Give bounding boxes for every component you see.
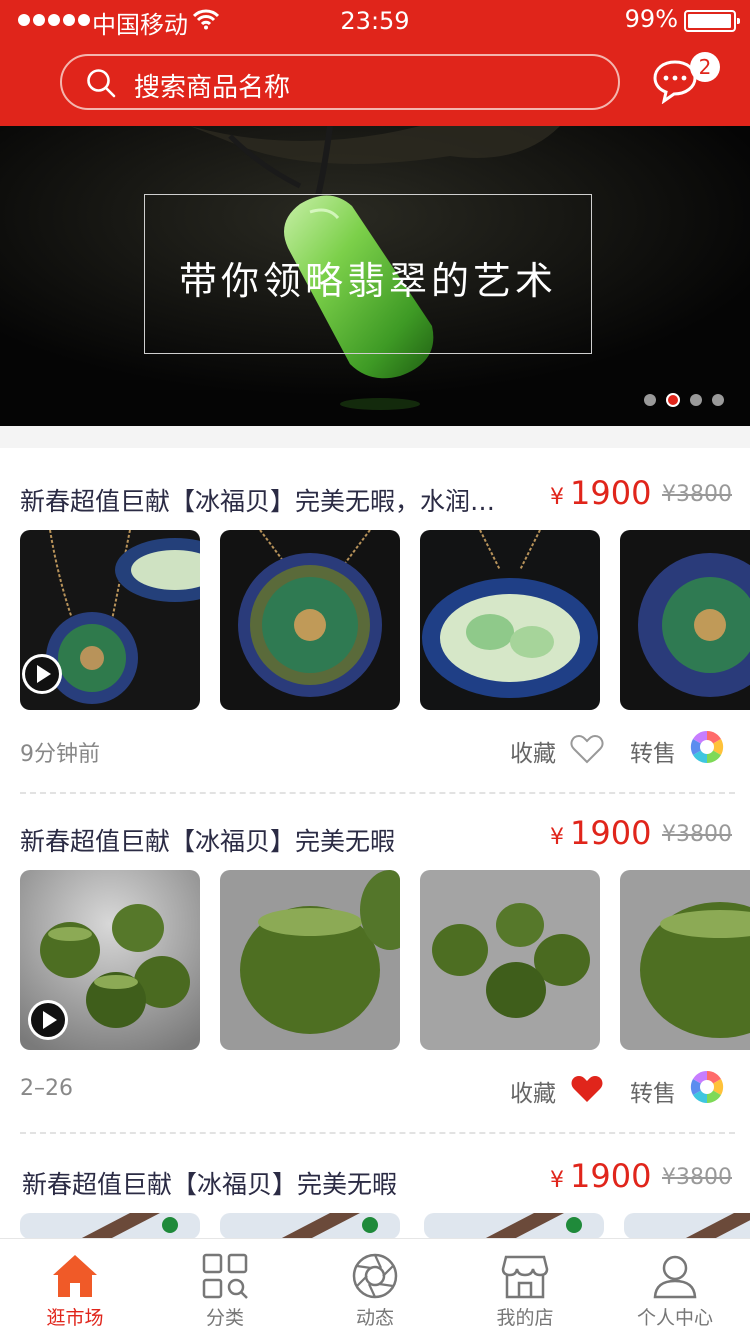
product-image[interactable]: [620, 870, 750, 1050]
tab-label: 分类: [205, 1307, 244, 1329]
play-icon[interactable]: [28, 1000, 68, 1040]
pager-dot-active[interactable]: [666, 393, 680, 407]
message-button[interactable]: 2: [652, 52, 720, 106]
product-image[interactable]: [220, 530, 400, 710]
message-badge: 2: [690, 52, 720, 82]
favorite-label[interactable]: 收藏: [510, 1074, 556, 1108]
product-image[interactable]: [424, 1213, 604, 1239]
divider: [20, 792, 735, 794]
pager-dot[interactable]: [644, 394, 656, 406]
banner-title: 带你领略翡翠的艺术: [178, 259, 557, 303]
product-image[interactable]: [20, 530, 200, 710]
resell-label[interactable]: 转售: [630, 734, 676, 768]
divider: [20, 1132, 735, 1134]
battery-icon: [684, 10, 740, 32]
tab-label: 个人中心: [636, 1307, 713, 1329]
product-image[interactable]: [20, 870, 200, 1050]
product-image[interactable]: [620, 530, 750, 710]
item-price: ¥1900: [550, 1157, 652, 1195]
aperture-icon: [352, 1253, 398, 1299]
post-time: 9分钟前: [20, 742, 100, 767]
heart-filled-icon[interactable]: [570, 1074, 604, 1104]
item-price: ¥1900: [550, 814, 652, 852]
pager-dot[interactable]: [712, 394, 724, 406]
category-icon: [202, 1253, 248, 1299]
search-icon: [87, 69, 116, 98]
image-strip[interactable]: [20, 530, 750, 710]
image-strip[interactable]: [20, 870, 750, 1050]
item-original-price: ¥3800: [662, 1165, 732, 1190]
product-image[interactable]: [420, 870, 600, 1050]
header: 中国移动 23:59 99% 搜索商品名称 2: [0, 0, 750, 126]
home-icon: [53, 1255, 97, 1297]
item-title[interactable]: 新春超值巨献【冰福贝】完美无暇: [22, 1165, 522, 1201]
tab-category[interactable]: 分类: [150, 1251, 300, 1330]
product-image[interactable]: [624, 1213, 750, 1239]
search-placeholder: 搜索商品名称: [134, 73, 291, 103]
item-title[interactable]: 新春超值巨献【冰福贝】完美无暇: [20, 822, 520, 858]
shop-icon: [501, 1255, 549, 1299]
image-strip[interactable]: [20, 1213, 750, 1239]
item-price: ¥1900: [550, 474, 652, 512]
tab-label: 我的店: [496, 1307, 554, 1329]
post-time: 2–26: [20, 1076, 73, 1101]
status-bar: 中国移动 23:59 99%: [0, 0, 750, 42]
product-image[interactable]: [20, 1213, 200, 1239]
section-gap: [0, 426, 750, 448]
pager-dot[interactable]: [690, 394, 702, 406]
favorite-label[interactable]: 收藏: [510, 734, 556, 768]
tab-feed[interactable]: 动态: [300, 1251, 450, 1330]
promo-banner[interactable]: 带你领略翡翠的艺术: [0, 126, 750, 426]
resell-label[interactable]: 转售: [630, 1074, 676, 1108]
product-image[interactable]: [420, 530, 600, 710]
search-input[interactable]: 搜索商品名称: [60, 54, 620, 110]
banner-pager[interactable]: [644, 393, 724, 407]
tab-bar: 逛市场 分类 动态 我的店 个人中心: [0, 1238, 750, 1334]
product-image[interactable]: [220, 870, 400, 1050]
aperture-icon[interactable]: [690, 730, 724, 764]
item-original-price: ¥3800: [662, 822, 732, 847]
item-title[interactable]: 新春超值巨献【冰福贝】完美无暇，水润…: [20, 482, 520, 518]
play-icon[interactable]: [22, 654, 62, 694]
tab-label: 逛市场: [46, 1307, 104, 1329]
aperture-icon[interactable]: [690, 1070, 724, 1104]
tab-market[interactable]: 逛市场: [0, 1251, 150, 1330]
product-image[interactable]: [220, 1213, 400, 1239]
tab-profile[interactable]: 个人中心: [600, 1251, 750, 1330]
heart-outline-icon[interactable]: [570, 734, 604, 764]
user-icon: [653, 1255, 697, 1299]
tab-my-shop[interactable]: 我的店: [450, 1251, 600, 1330]
item-original-price: ¥3800: [662, 482, 732, 507]
tab-label: 动态: [355, 1307, 394, 1329]
battery-percent: 99%: [624, 5, 678, 33]
